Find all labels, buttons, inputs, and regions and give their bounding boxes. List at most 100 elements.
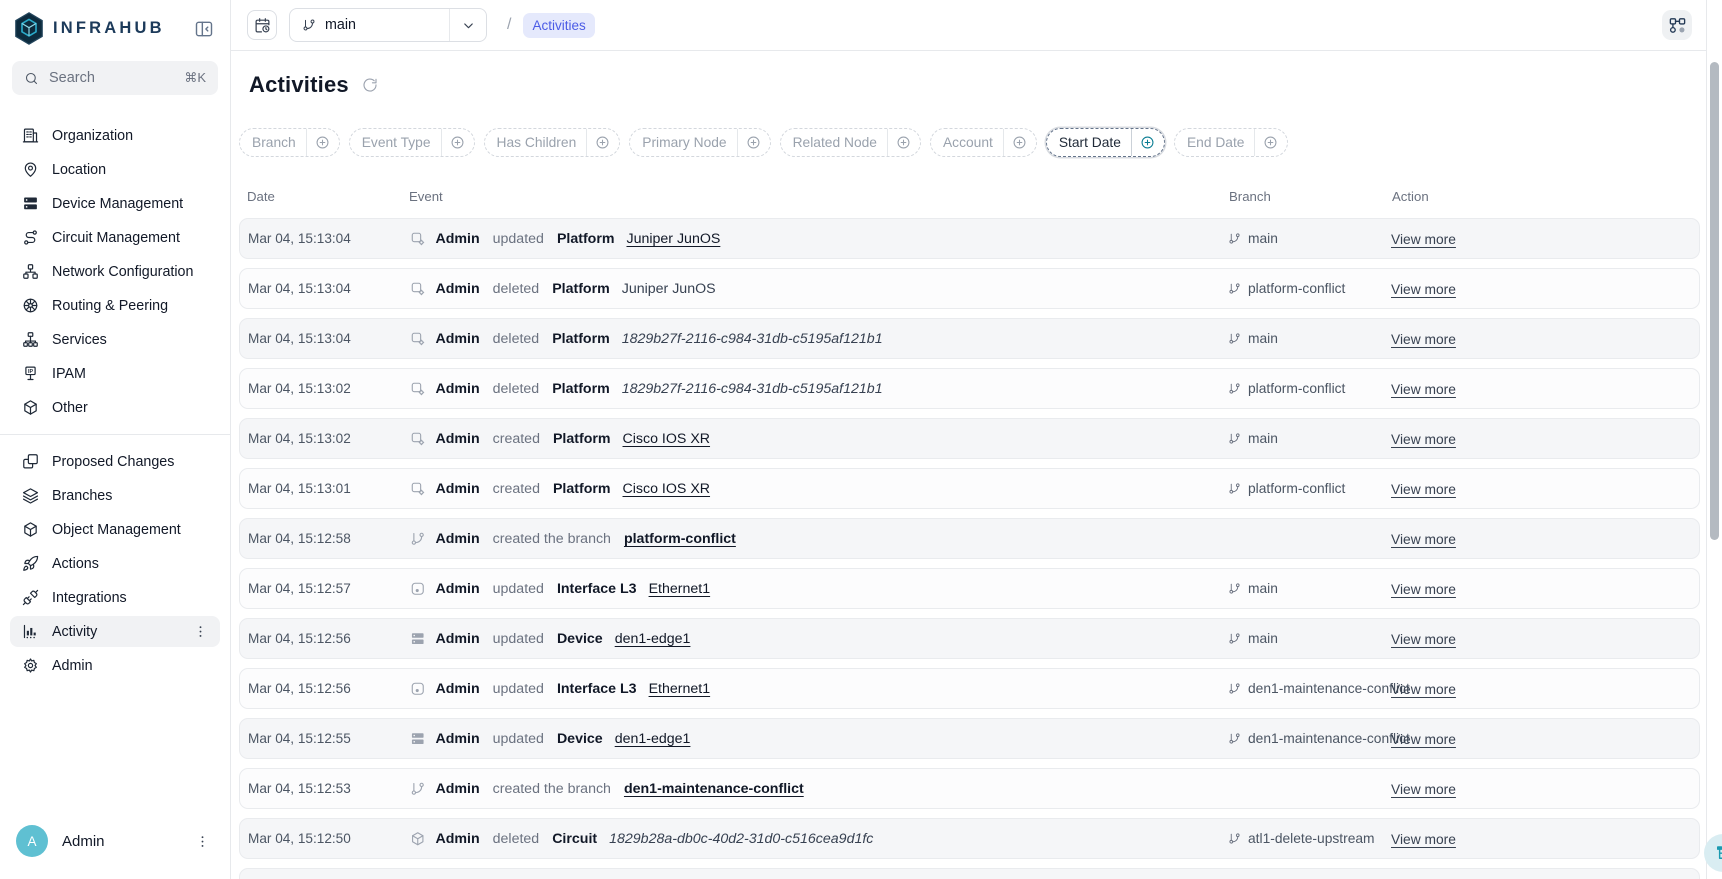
view-more-link[interactable]: View more bbox=[1391, 232, 1456, 247]
table-row[interactable]: Mar 04, 15:12:55 Admin updated Device de… bbox=[239, 718, 1700, 759]
table-row[interactable]: Mar 04, 15:13:04 Admin updated Platform … bbox=[239, 218, 1700, 259]
view-more-link[interactable]: View more bbox=[1391, 732, 1456, 747]
table-row[interactable]: Mar 04, 15:13:04 Admin deleted Platform … bbox=[239, 318, 1700, 359]
row-verb: created bbox=[493, 481, 540, 497]
filter-chip[interactable]: Account bbox=[930, 128, 1037, 157]
sidebar-item[interactable]: Object Management bbox=[10, 514, 220, 545]
sidebar-collapse-icon[interactable] bbox=[194, 19, 214, 39]
view-more-link[interactable]: View more bbox=[1391, 582, 1456, 597]
view-more-link[interactable]: View more bbox=[1391, 532, 1456, 547]
circle-plus-icon[interactable] bbox=[1263, 135, 1278, 150]
circle-plus-icon[interactable] bbox=[1140, 135, 1155, 150]
row-object-link[interactable]: Cisco IOS XR bbox=[623, 481, 711, 497]
scrollbar-thumb[interactable] bbox=[1710, 62, 1719, 540]
sidebar-item[interactable]: Activity bbox=[10, 616, 220, 647]
sidebar-item[interactable]: Organization bbox=[10, 120, 220, 151]
row-object-link[interactable]: Juniper JunOS bbox=[626, 231, 720, 247]
view-more-link[interactable]: View more bbox=[1391, 482, 1456, 497]
row-object-link[interactable]: 1829b27f-2116-c984-31db-c5195af121b1 bbox=[622, 331, 883, 347]
filter-chip[interactable]: Related Node bbox=[780, 128, 921, 157]
filter-chip[interactable]: End Date bbox=[1174, 128, 1289, 157]
branch-selector-chevron[interactable] bbox=[450, 18, 486, 33]
filter-chip[interactable]: Start Date bbox=[1046, 128, 1165, 157]
search-input[interactable]: Search ⌘K bbox=[12, 61, 218, 95]
divider bbox=[1003, 129, 1004, 156]
circle-plus-icon[interactable] bbox=[450, 135, 465, 150]
sidebar-item[interactable]: Network Configuration bbox=[10, 256, 220, 287]
branch-selector[interactable]: main bbox=[289, 8, 487, 42]
sidebar-item[interactable]: Proposed Changes bbox=[10, 446, 220, 477]
table-row[interactable]: Mar 04, 15:12:53 Admin created the branc… bbox=[239, 768, 1700, 809]
table-row[interactable]: Mar 04, 15:13:02 Admin deleted Platform … bbox=[239, 368, 1700, 409]
sidebar-item[interactable]: Services bbox=[10, 324, 220, 355]
table-row[interactable]: Mar 04, 15:12:58 Admin created the branc… bbox=[239, 518, 1700, 559]
branch-icon bbox=[1228, 332, 1241, 345]
sidebar-item[interactable]: Branches bbox=[10, 480, 220, 511]
row-object-link[interactable]: 1829b28a-db0c-40d2-31d0-c516cea9d1fc bbox=[609, 831, 873, 847]
kebab-icon[interactable] bbox=[193, 624, 208, 639]
table-row[interactable]: Mar 04, 15:12:56 Admin updated Device de… bbox=[239, 618, 1700, 659]
sidebar-item[interactable]: Routing & Peering bbox=[10, 290, 220, 321]
sidebar-item[interactable]: Integrations bbox=[10, 582, 220, 613]
app-logo[interactable]: INFRAHUB bbox=[14, 12, 165, 45]
row-object-link[interactable]: Ethernet1 bbox=[649, 581, 711, 597]
row-object-link[interactable]: Juniper JunOS bbox=[622, 281, 716, 297]
date-time-button[interactable] bbox=[247, 10, 277, 40]
view-more-link[interactable]: View more bbox=[1391, 382, 1456, 397]
row-object-link[interactable]: den1-edge1 bbox=[615, 631, 691, 647]
row-object-link[interactable]: platform-conflict bbox=[624, 531, 736, 547]
branch-icon bbox=[410, 531, 426, 547]
table-row[interactable]: Mar 04, 15:13:04 Admin deleted Platform … bbox=[239, 268, 1700, 309]
sidebar-item[interactable]: Other bbox=[10, 392, 220, 423]
sidebar-item[interactable]: Admin bbox=[10, 650, 220, 681]
cube-icon bbox=[22, 521, 39, 538]
view-more-link[interactable]: View more bbox=[1391, 432, 1456, 447]
branch-icon bbox=[1228, 682, 1241, 695]
refresh-icon[interactable] bbox=[362, 77, 378, 93]
view-more-link[interactable]: View more bbox=[1391, 782, 1456, 797]
row-object-link[interactable]: den1-maintenance-conflict bbox=[624, 781, 804, 797]
row-object-type: Circuit bbox=[552, 831, 597, 847]
divider bbox=[1131, 129, 1132, 156]
filter-chip[interactable]: Primary Node bbox=[629, 128, 770, 157]
circle-plus-icon[interactable] bbox=[896, 135, 911, 150]
filter-chip[interactable]: Branch bbox=[239, 128, 340, 157]
row-branch: den1-maintenance-conflict bbox=[1228, 731, 1391, 746]
row-object-link[interactable]: Cisco IOS XR bbox=[623, 431, 711, 447]
row-actor: Admin bbox=[436, 381, 480, 397]
circle-plus-icon[interactable] bbox=[315, 135, 330, 150]
sidebar-group-menus: Organization Location Device Management … bbox=[0, 120, 230, 423]
table-row[interactable]: Mar 04, 15:12:57 Admin updated Interface… bbox=[239, 568, 1700, 609]
view-more-link[interactable]: View more bbox=[1391, 332, 1456, 347]
row-date: Mar 04, 15:12:58 bbox=[248, 531, 410, 546]
user-menu[interactable]: A Admin bbox=[0, 809, 230, 879]
table-row[interactable]: Mar 04, 15:12:50 Admin deleted Circuit 1… bbox=[239, 818, 1700, 859]
sidebar-item[interactable]: Actions bbox=[10, 548, 220, 579]
user-kebab-icon[interactable] bbox=[195, 834, 210, 849]
view-more-link[interactable]: View more bbox=[1391, 832, 1456, 847]
sidebar-item[interactable]: Device Management bbox=[10, 188, 220, 219]
sidebar-item[interactable]: Circuit Management bbox=[10, 222, 220, 253]
table-row[interactable]: Mar 04, 15:13:02 Admin created Platform … bbox=[239, 418, 1700, 459]
sidebar-item[interactable]: Location bbox=[10, 154, 220, 185]
circle-plus-icon[interactable] bbox=[595, 135, 610, 150]
schema-button[interactable] bbox=[1662, 10, 1692, 40]
circle-plus-icon[interactable] bbox=[1012, 135, 1027, 150]
filter-chip[interactable]: Has Children bbox=[484, 128, 621, 157]
row-object-link[interactable]: Ethernet1 bbox=[649, 681, 711, 697]
avatar[interactable]: A bbox=[16, 825, 48, 857]
table-row[interactable]: Mar 04, 15:13:01 Admin created Platform … bbox=[239, 468, 1700, 509]
sidebar-item[interactable]: IP IPAM bbox=[10, 358, 220, 389]
filter-chip[interactable]: Event Type bbox=[349, 128, 475, 157]
table-row[interactable]: Mar 04, 15:12:56 Admin updated Interface… bbox=[239, 668, 1700, 709]
row-object-link[interactable]: 1829b27f-2116-c984-31db-c5195af121b1 bbox=[622, 381, 883, 397]
view-more-link[interactable]: View more bbox=[1391, 682, 1456, 697]
scrollbar[interactable] bbox=[1706, 0, 1722, 879]
branch-icon bbox=[1228, 632, 1241, 645]
sidebar-item-label: Admin bbox=[52, 658, 208, 674]
circle-plus-icon[interactable] bbox=[746, 135, 761, 150]
row-object-link[interactable]: den1-edge1 bbox=[615, 731, 691, 747]
breadcrumb-current[interactable]: Activities bbox=[523, 13, 594, 38]
view-more-link[interactable]: View more bbox=[1391, 632, 1456, 647]
view-more-link[interactable]: View more bbox=[1391, 282, 1456, 297]
